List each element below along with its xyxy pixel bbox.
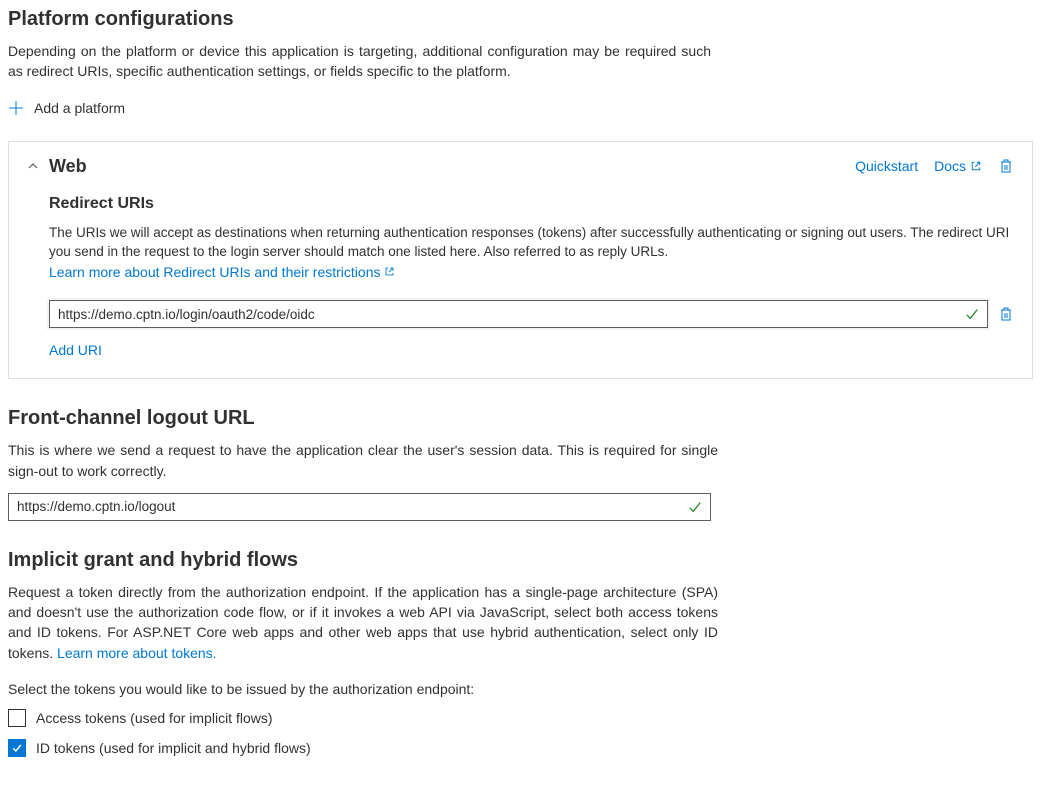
logout-url-input[interactable]	[9, 495, 680, 518]
logout-url-input-wrap	[8, 493, 711, 521]
chevron-up-icon[interactable]	[27, 160, 39, 172]
front-channel-desc: This is where we send a request to have …	[8, 440, 718, 481]
external-link-icon	[970, 160, 982, 172]
id-tokens-label: ID tokens (used for implicit and hybrid …	[36, 740, 311, 756]
redirect-uris-learn-more-link[interactable]: Learn more about Redirect URIs and their…	[49, 262, 395, 282]
id-tokens-checkbox[interactable]	[8, 739, 26, 757]
add-uri-button[interactable]: Add URI	[49, 342, 102, 358]
platform-config-title: Platform configurations	[8, 8, 1033, 31]
redirect-uri-row	[49, 300, 1014, 328]
docs-link[interactable]: Docs	[934, 158, 982, 174]
web-platform-card: Web Quickstart Docs Redirect URIs The UR…	[8, 141, 1033, 380]
delete-uri-button[interactable]	[998, 306, 1014, 322]
add-platform-button[interactable]: Add a platform	[8, 100, 125, 116]
plus-icon	[8, 100, 24, 116]
trash-icon	[998, 158, 1014, 174]
checkmark-icon	[11, 742, 23, 754]
redirect-uris-title: Redirect URIs	[49, 195, 1014, 213]
delete-platform-button[interactable]	[998, 158, 1014, 174]
docs-label: Docs	[934, 158, 966, 174]
redirect-uri-input-wrap	[49, 300, 988, 328]
implicit-learn-more-link[interactable]: Learn more about tokens.	[57, 643, 217, 663]
web-card-header: Web Quickstart Docs	[27, 156, 1014, 177]
implicit-section: Implicit grant and hybrid flows Request …	[8, 549, 718, 757]
check-icon	[680, 500, 710, 514]
web-card-title: Web	[49, 156, 87, 177]
external-link-icon	[384, 266, 395, 277]
redirect-uri-input[interactable]	[50, 303, 957, 326]
quickstart-link[interactable]: Quickstart	[855, 158, 918, 174]
access-tokens-label: Access tokens (used for implicit flows)	[36, 710, 273, 726]
implicit-desc: Request a token directly from the author…	[8, 582, 718, 663]
access-tokens-checkbox-row[interactable]: Access tokens (used for implicit flows)	[8, 709, 718, 727]
redirect-uris-desc: The URIs we will accept as destinations …	[49, 223, 1014, 283]
add-platform-label: Add a platform	[34, 100, 125, 116]
platform-config-desc: Depending on the platform or device this…	[8, 41, 711, 82]
access-tokens-checkbox[interactable]	[8, 709, 26, 727]
id-tokens-checkbox-row[interactable]: ID tokens (used for implicit and hybrid …	[8, 739, 718, 757]
token-select-label: Select the tokens you would like to be i…	[8, 681, 718, 697]
implicit-title: Implicit grant and hybrid flows	[8, 549, 718, 572]
trash-icon	[998, 306, 1014, 322]
front-channel-section: Front-channel logout URL This is where w…	[8, 407, 718, 521]
front-channel-title: Front-channel logout URL	[8, 407, 718, 430]
check-icon	[957, 307, 987, 321]
